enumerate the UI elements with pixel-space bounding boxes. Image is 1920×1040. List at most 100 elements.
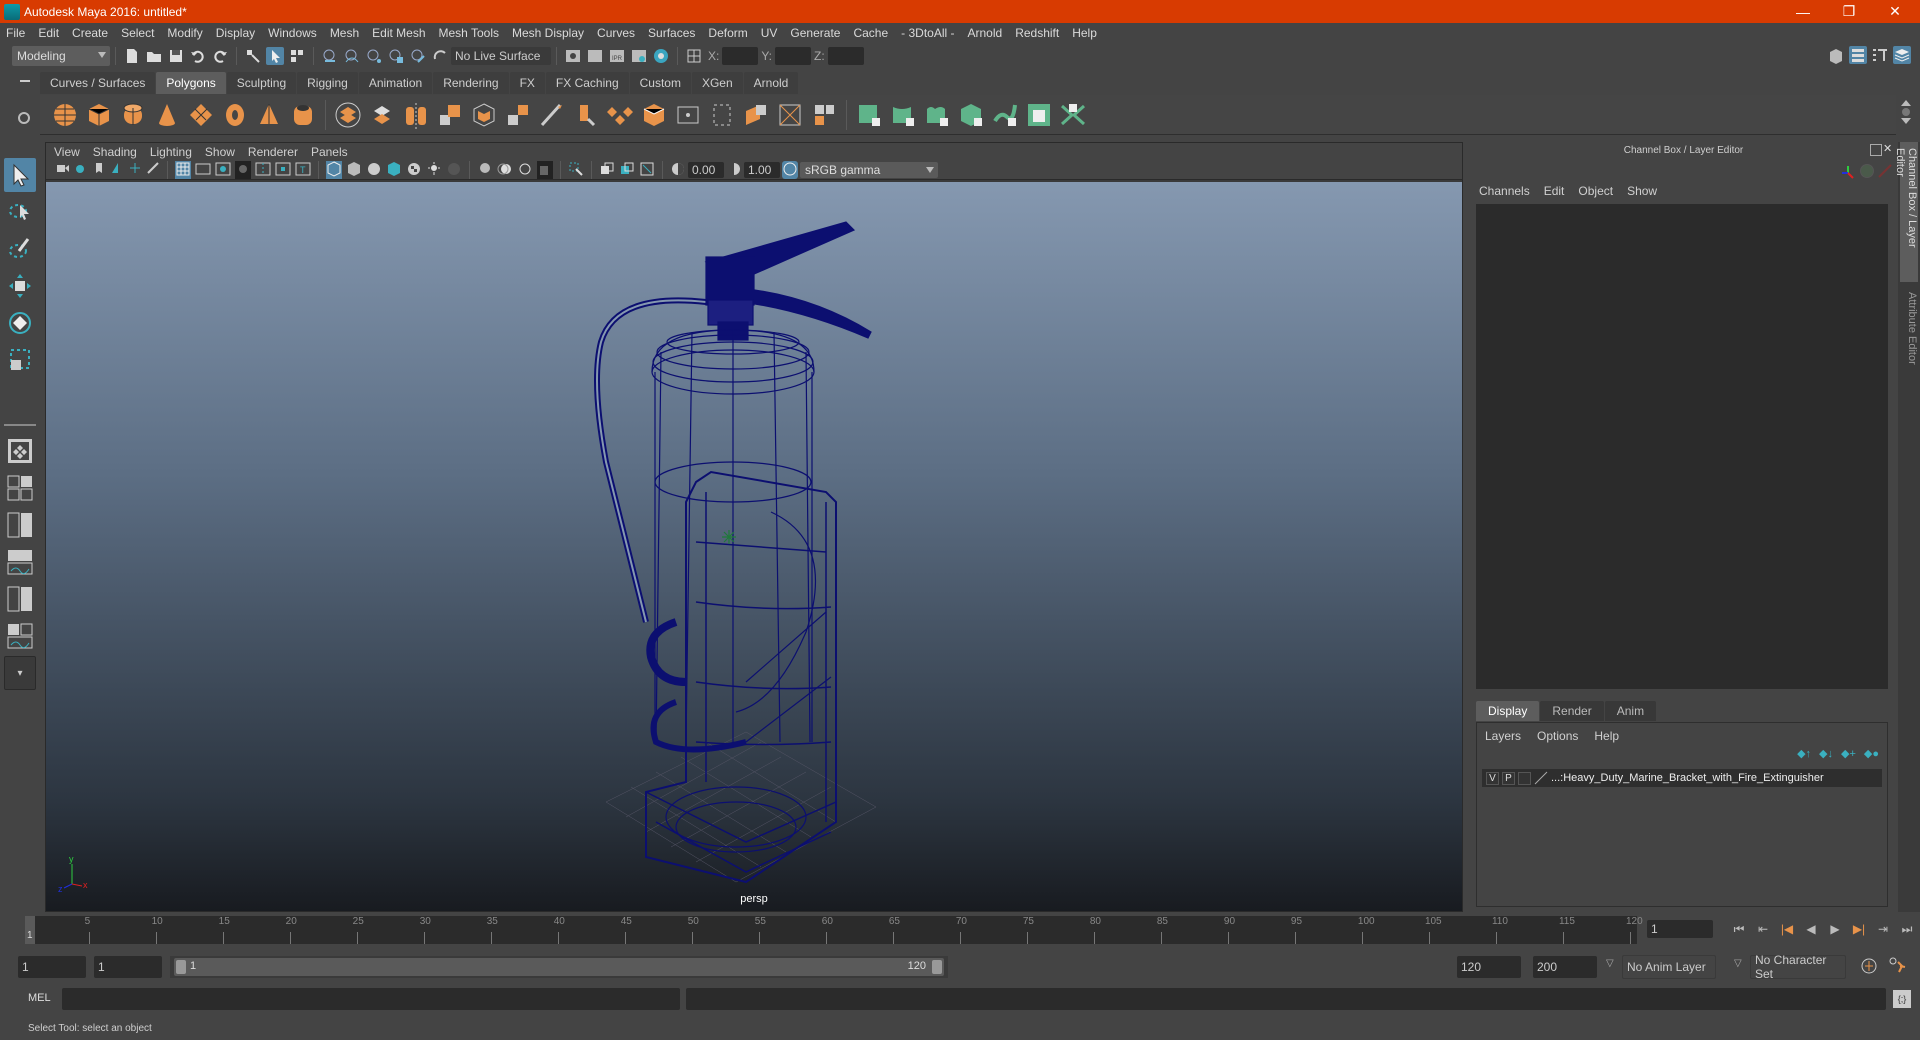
- go-to-end-button[interactable]: ⏭: [1895, 920, 1919, 938]
- viewport-menu-panels[interactable]: Panels: [311, 145, 348, 159]
- xray-active-components-icon[interactable]: [619, 161, 635, 179]
- shelf-tab-custom[interactable]: Custom: [629, 72, 691, 94]
- smooth-shade-icon[interactable]: [346, 161, 362, 179]
- shelf-tab-arnold[interactable]: Arnold: [743, 72, 799, 94]
- poly-pipe-icon[interactable]: [288, 100, 318, 130]
- menu-surfaces[interactable]: Surfaces: [648, 26, 695, 40]
- shelf-tab-sculpting[interactable]: Sculpting: [226, 72, 297, 94]
- gamma-field[interactable]: 1.00: [744, 161, 780, 178]
- poly-torus-icon[interactable]: [220, 100, 250, 130]
- outliner-persp-layout[interactable]: [4, 508, 36, 542]
- range-slider-bar[interactable]: 1 120: [174, 958, 944, 976]
- menu-redshift[interactable]: Redshift: [1015, 26, 1059, 40]
- view-transform-dropdown[interactable]: sRGB gamma: [800, 161, 938, 178]
- shelf-tab-rendering[interactable]: Rendering: [433, 72, 509, 94]
- shelf-settings-gear-icon[interactable]: [18, 112, 30, 124]
- snap-grid-icon[interactable]: [321, 47, 339, 65]
- move-layer-down-icon[interactable]: ◆↓: [1819, 747, 1833, 760]
- select-tool[interactable]: [4, 158, 36, 192]
- redo-icon[interactable]: [211, 47, 229, 65]
- snap-surface-icon[interactable]: [409, 47, 427, 65]
- viewport-menu-lighting[interactable]: Lighting: [150, 145, 192, 159]
- exposure-icon[interactable]: [670, 161, 686, 179]
- step-back-key-button[interactable]: ⇤: [1751, 920, 1775, 938]
- menu-windows[interactable]: Windows: [268, 26, 317, 40]
- menu-file[interactable]: File: [6, 26, 25, 40]
- mirror-icon[interactable]: [401, 100, 431, 130]
- smooth-icon[interactable]: [435, 100, 465, 130]
- anim-layer-dropdown[interactable]: No Anim Layer: [1622, 955, 1716, 979]
- anti-aliasing-icon[interactable]: [517, 161, 533, 179]
- combine-icon[interactable]: [333, 100, 363, 130]
- attribute-editor-toggle-icon[interactable]: [1849, 46, 1867, 64]
- open-scene-icon[interactable]: [145, 47, 163, 65]
- bevel-icon[interactable]: [469, 100, 499, 130]
- layer-visibility-toggle[interactable]: V: [1486, 771, 1499, 785]
- anim-layer-chevron-icon[interactable]: ▽: [1606, 958, 1614, 969]
- layer-row[interactable]: V P ...:Heavy_Duty_Marine_Bracket_with_F…: [1482, 769, 1882, 787]
- xray-joints-icon[interactable]: [639, 161, 655, 179]
- scroll-up-icon[interactable]: [1901, 100, 1911, 106]
- hyper-icon[interactable]: [1878, 164, 1892, 178]
- menu-edit-mesh[interactable]: Edit Mesh: [372, 26, 425, 40]
- shelf-menu-icon[interactable]: [20, 80, 30, 82]
- fill-hole-icon[interactable]: [639, 100, 669, 130]
- grease-pencil-icon[interactable]: [146, 161, 160, 179]
- undo-icon[interactable]: [189, 47, 207, 65]
- custom-layout-dropdown[interactable]: ▾: [4, 656, 36, 690]
- hypershade-persp-layout[interactable]: [4, 582, 36, 616]
- playback-start-field[interactable]: 1: [94, 956, 162, 978]
- gate-mask-icon[interactable]: [235, 160, 251, 179]
- channels-menu[interactable]: Channels: [1479, 184, 1530, 198]
- resolution-gate-icon[interactable]: [215, 161, 231, 179]
- modeling-toolkit-icon[interactable]: [1827, 46, 1845, 64]
- menu-modify[interactable]: Modify: [167, 26, 202, 40]
- shelf-tab-animation[interactable]: Animation: [358, 72, 433, 94]
- render-current-frame-icon[interactable]: [586, 47, 604, 65]
- safe-title-icon[interactable]: T: [295, 161, 311, 179]
- shelf-tab-rigging[interactable]: Rigging: [297, 72, 358, 94]
- shelf-tab-xgen[interactable]: XGen: [691, 72, 743, 94]
- auto-key-icon[interactable]: [1859, 956, 1879, 976]
- extrude-icon[interactable]: [503, 100, 533, 130]
- restore-button[interactable]: ❐: [1826, 0, 1872, 23]
- exposure-field[interactable]: 0.00: [688, 161, 724, 178]
- field-chart-icon[interactable]: [255, 161, 271, 179]
- menu-cache[interactable]: Cache: [853, 26, 888, 40]
- screen-space-ao-icon[interactable]: [477, 161, 493, 179]
- uv-layout-icon[interactable]: [809, 100, 839, 130]
- menu-deform[interactable]: Deform: [708, 26, 747, 40]
- film-gate-icon[interactable]: [195, 161, 211, 179]
- poly-cylinder-icon[interactable]: [118, 100, 148, 130]
- separate-icon[interactable]: [367, 100, 397, 130]
- y-field[interactable]: [775, 47, 812, 65]
- multicut-icon[interactable]: [537, 100, 567, 130]
- automatic-uv-icon[interactable]: [956, 100, 986, 130]
- menu-mesh-display[interactable]: Mesh Display: [512, 26, 584, 40]
- menu-edit[interactable]: Edit: [38, 26, 59, 40]
- select-object-icon[interactable]: [266, 47, 284, 65]
- menu-display[interactable]: Display: [216, 26, 255, 40]
- select-camera-icon[interactable]: [56, 161, 70, 179]
- snap-point-icon[interactable]: [365, 47, 383, 65]
- layer-playback-toggle[interactable]: P: [1502, 771, 1515, 785]
- range-slider-track[interactable]: 1 120: [170, 956, 948, 978]
- textured-icon[interactable]: [406, 161, 422, 179]
- speed-icon[interactable]: [1860, 164, 1874, 178]
- contour-stretch-uv-icon[interactable]: [990, 100, 1020, 130]
- gamma-icon[interactable]: [726, 161, 742, 179]
- range-end-handle[interactable]: [932, 960, 942, 974]
- isolate-select-icon[interactable]: [568, 161, 584, 179]
- grid-toggle-icon[interactable]: [175, 160, 191, 179]
- layers-menu[interactable]: Layers: [1485, 729, 1521, 743]
- layer-display-type-toggle[interactable]: [1518, 771, 1531, 785]
- make-live-icon[interactable]: [431, 47, 449, 65]
- channel-show-menu[interactable]: Show: [1627, 184, 1657, 198]
- shelf-scroll[interactable]: [1900, 98, 1912, 132]
- menu-uv[interactable]: UV: [761, 26, 778, 40]
- move-tool[interactable]: [4, 269, 36, 303]
- side-tab-channel-box[interactable]: Channel Box / Layer Editor: [1894, 142, 1918, 282]
- z-field[interactable]: [827, 47, 864, 65]
- select-component-icon[interactable]: [288, 47, 306, 65]
- persp-outliner-graph-layout[interactable]: [4, 619, 36, 653]
